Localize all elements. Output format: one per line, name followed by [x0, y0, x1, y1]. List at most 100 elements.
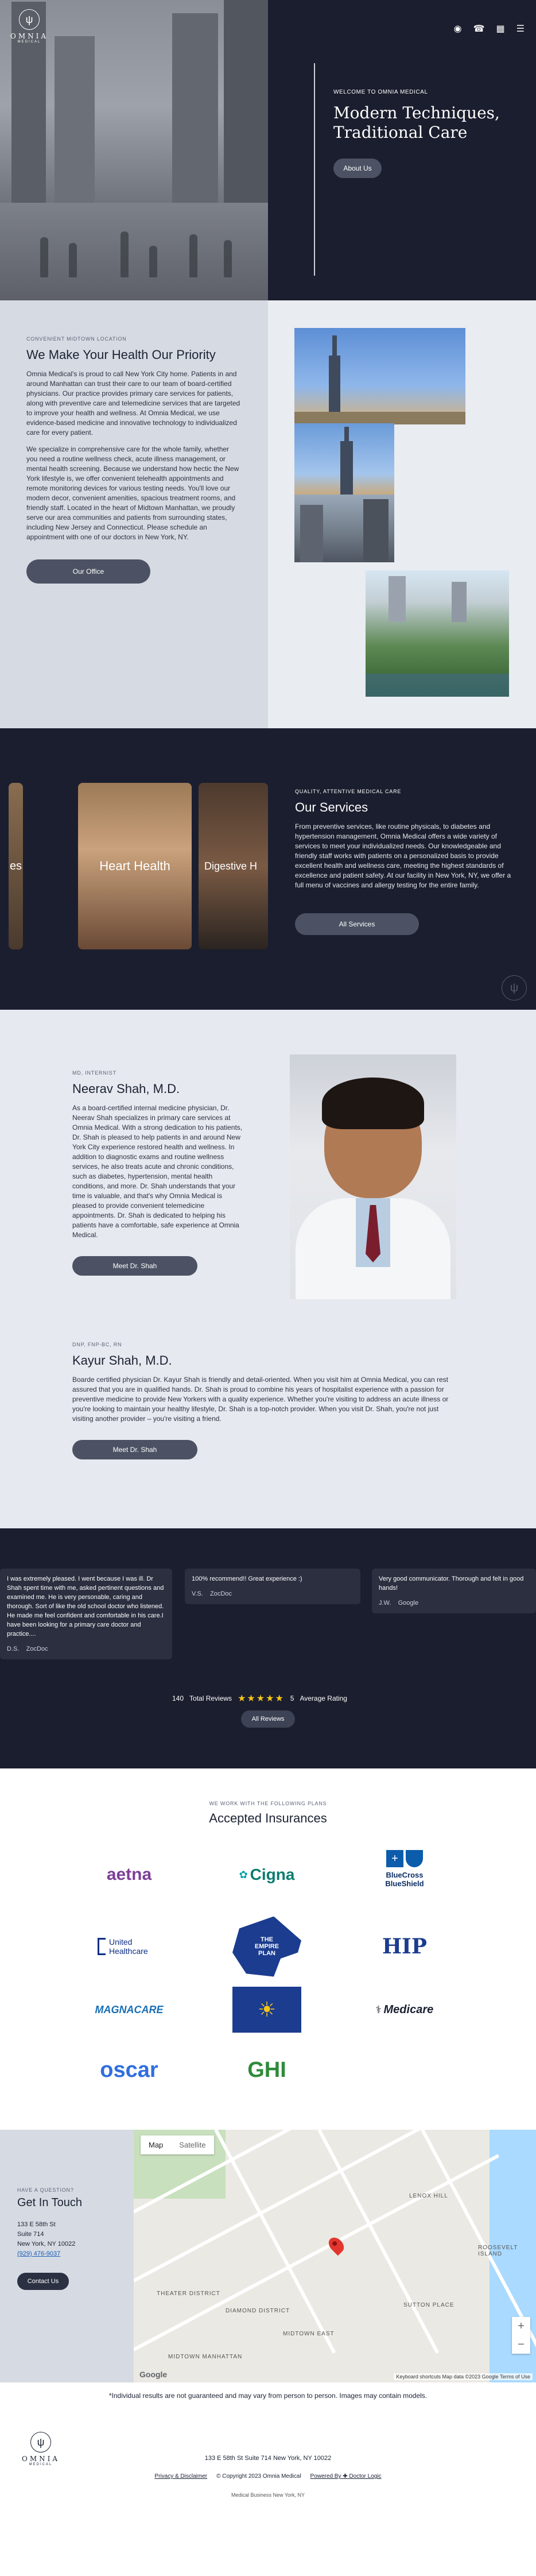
- doctor-credentials: MD, INTERNIST: [72, 1070, 116, 1076]
- service-card-label: Digestive H: [204, 860, 258, 872]
- cigna-logo: ✿ Cigna: [239, 1866, 295, 1883]
- doctorlogic-icon: ✚: [343, 2473, 348, 2480]
- contact-address: 133 E 58th St Suite 714 New York, NY 100…: [17, 2220, 134, 2259]
- priority-eyebrow: CONVENIENT MIDTOWN LOCATION: [26, 336, 127, 342]
- hip-logo: HIP: [382, 1934, 427, 1959]
- doctor-bio: Boarde certified physician Dr. Kayur Sha…: [72, 1376, 449, 1423]
- privacy-link[interactable]: Privacy & Disclaimer: [154, 2473, 207, 2480]
- services-copy: QUALITY, ATTENTIVE MEDICAL CARE Our Serv…: [268, 728, 536, 1010]
- logo-watermark-icon: ψ: [502, 975, 527, 1001]
- services-paragraph: From preventive services, like routine p…: [295, 822, 511, 889]
- powered-by-label: Powered By: [310, 2473, 341, 2480]
- map-label: ROOSEVELT ISLAND: [478, 2245, 518, 2257]
- review-attribution: J.W. Google: [379, 1598, 529, 1608]
- brand-tagline: MEDICAL: [17, 40, 41, 44]
- phone-link[interactable]: (929) 476-9037: [17, 2249, 134, 2259]
- our-office-button[interactable]: Our Office: [26, 559, 150, 584]
- priority-copy: CONVENIENT MIDTOWN LOCATION We Make Your…: [0, 300, 268, 728]
- insurance-title: Accepted Insurances: [209, 1811, 327, 1825]
- doctor-name: Neerav Shah, M.D.: [72, 1082, 180, 1096]
- site-footer: ψ OMNIA MEDICAL 133 E 58th St Suite 714 …: [0, 2409, 536, 2518]
- footer-tagline: Medical Business New York, NY: [231, 2492, 305, 2498]
- review-author: V.S.: [192, 1590, 203, 1597]
- oscar-logo: oscar: [100, 2057, 158, 2082]
- services-title: Our Services: [295, 800, 368, 814]
- copyright-text: © Copyright 2023 Omnia Medical: [216, 2473, 301, 2480]
- address-line: New York, NY 10022: [17, 2241, 76, 2247]
- service-card-heart-health[interactable]: Heart Health: [78, 783, 192, 949]
- priority-title: We Make Your Health Our Priority: [26, 347, 216, 362]
- contact-title: Get In Touch: [17, 2196, 83, 2209]
- doctor-name: Kayur Shah, M.D.: [72, 1353, 172, 1368]
- average-rating-value: 5: [290, 1694, 294, 1702]
- doctor-portrait-photo: [290, 1055, 456, 1299]
- review-card: I was extremely pleased. I went because …: [0, 1569, 172, 1659]
- map-type-tabs: Map Satellite: [141, 2135, 214, 2154]
- united-healthcare-logo: United Healthcare: [75, 1926, 184, 1967]
- powered-by-link[interactable]: Powered By ✚ Doctor Logic: [310, 2473, 382, 2480]
- doctor-credentials: DNP, FNP-BC, RN: [72, 1342, 122, 1347]
- hero-section: ψ OMNIA MEDICAL ◉ ☎ ▦ ☰ WELCOME TO OMNIA…: [0, 0, 536, 300]
- contact-info: HAVE A QUESTION? Get In Touch 133 E 58th…: [0, 2130, 134, 2382]
- review-card: Very good communicator. Thorough and fel…: [372, 1569, 536, 1613]
- services-carousel: es Heart Health Digestive H: [0, 728, 268, 1010]
- magnacare-logo: MAGNACARE: [95, 2003, 164, 2015]
- services-eyebrow: QUALITY, ATTENTIVE MEDICAL CARE: [295, 789, 402, 794]
- contact-section: HAVE A QUESTION? Get In Touch 133 E 58th…: [0, 2130, 536, 2382]
- reviews-section: I was extremely pleased. I went because …: [0, 1528, 536, 1768]
- brand-logo[interactable]: ψ OMNIA MEDICAL: [10, 9, 48, 44]
- hero-street-photo: ψ OMNIA MEDICAL: [0, 0, 268, 300]
- logo-emblem-icon: ψ: [19, 9, 40, 30]
- footer-address: 133 E 58th St Suite 714 New York, NY 100…: [204, 2455, 332, 2462]
- menu-hamburger-icon[interactable]: ☰: [516, 23, 525, 34]
- insurance-section: WE WORK WITH THE FOLLOWING PLANS Accepte…: [0, 1768, 536, 2130]
- review-card: 100% recommend!! Great experience :) V.S…: [185, 1569, 360, 1604]
- doctors-section: MD, INTERNIST Neerav Shah, M.D. As a boa…: [0, 1010, 536, 1528]
- review-text: Very good communicator. Thorough and fel…: [379, 1575, 524, 1592]
- meet-dr-shah-button[interactable]: Meet Dr. Shah: [72, 1440, 197, 1459]
- phone-icon[interactable]: ☎: [473, 23, 485, 34]
- results-disclaimer: *Individual results are not guaranteed a…: [108, 2392, 428, 2400]
- service-card[interactable]: es: [9, 783, 23, 949]
- services-section: es Heart Health Digestive H QUALITY, ATT…: [0, 728, 536, 1010]
- zoom-in-button[interactable]: +: [512, 2317, 530, 2335]
- review-text: 100% recommend!! Great experience :): [192, 1575, 302, 1582]
- google-map[interactable]: Map Satellite LENOX HILL THEATER DISTRIC…: [134, 2130, 536, 2382]
- calendar-icon[interactable]: ▦: [496, 23, 505, 34]
- reviews-summary: 140 Total Reviews ★★★★★ 5 Average Rating: [172, 1693, 347, 1704]
- map-tab[interactable]: Map: [141, 2135, 171, 2154]
- about-us-button[interactable]: About Us: [333, 159, 382, 178]
- aetna-logo: aetna: [106, 1865, 152, 1884]
- priority-photo-collage: [268, 300, 536, 728]
- average-rating-label: Average Rating: [300, 1694, 347, 1702]
- meet-dr-shah-button[interactable]: Meet Dr. Shah: [72, 1256, 197, 1276]
- priority-paragraph-1: Omnia Medical's is proud to call New Yor…: [26, 370, 240, 437]
- review-source: ZocDoc: [26, 1646, 48, 1652]
- footer-info: 133 E 58th St Suite 714 New York, NY 100…: [0, 2455, 536, 2498]
- address-line: Suite 714: [17, 2231, 44, 2238]
- map-zoom-controls: + −: [512, 2317, 530, 2354]
- total-reviews-count: 140: [172, 1694, 184, 1702]
- midtown-street-photo: [294, 495, 394, 562]
- map-attribution[interactable]: Keyboard shortcuts Map data ©2023 Google…: [394, 2373, 533, 2380]
- location-pin-icon[interactable]: ◉: [454, 23, 462, 34]
- service-card-digestive-health[interactable]: Digestive H: [199, 783, 268, 949]
- map-label: MIDTOWN MANHATTAN: [168, 2354, 243, 2360]
- doctor-profile: DNP, FNP-BC, RN Kayur Shah, M.D. Boarde …: [72, 1342, 457, 1459]
- priority-paragraph-2: We specialize in comprehensive care for …: [26, 445, 239, 541]
- hero-eyebrow: WELCOME TO OMNIA MEDICAL: [333, 89, 428, 95]
- state-health-plan-logo: ☀: [212, 1984, 321, 2036]
- total-reviews-label: Total Reviews: [189, 1694, 232, 1702]
- skyline-photo: [294, 328, 465, 424]
- review-text: I was extremely pleased. I went because …: [7, 1575, 164, 1637]
- review-source: Google: [398, 1600, 419, 1606]
- doctor-profile: MD, INTERNIST Neerav Shah, M.D. As a boa…: [72, 1070, 244, 1276]
- all-services-button[interactable]: All Services: [295, 913, 419, 935]
- service-card-label: es: [9, 859, 22, 872]
- satellite-tab[interactable]: Satellite: [171, 2135, 213, 2154]
- zoom-out-button[interactable]: −: [512, 2335, 530, 2354]
- contact-us-button[interactable]: Contact Us: [17, 2273, 69, 2290]
- map-label: DIAMOND DISTRICT: [226, 2308, 290, 2314]
- empire-plan-logo: THE EMPIRE PLAN: [212, 1915, 321, 1978]
- all-reviews-button[interactable]: All Reviews: [241, 1710, 295, 1728]
